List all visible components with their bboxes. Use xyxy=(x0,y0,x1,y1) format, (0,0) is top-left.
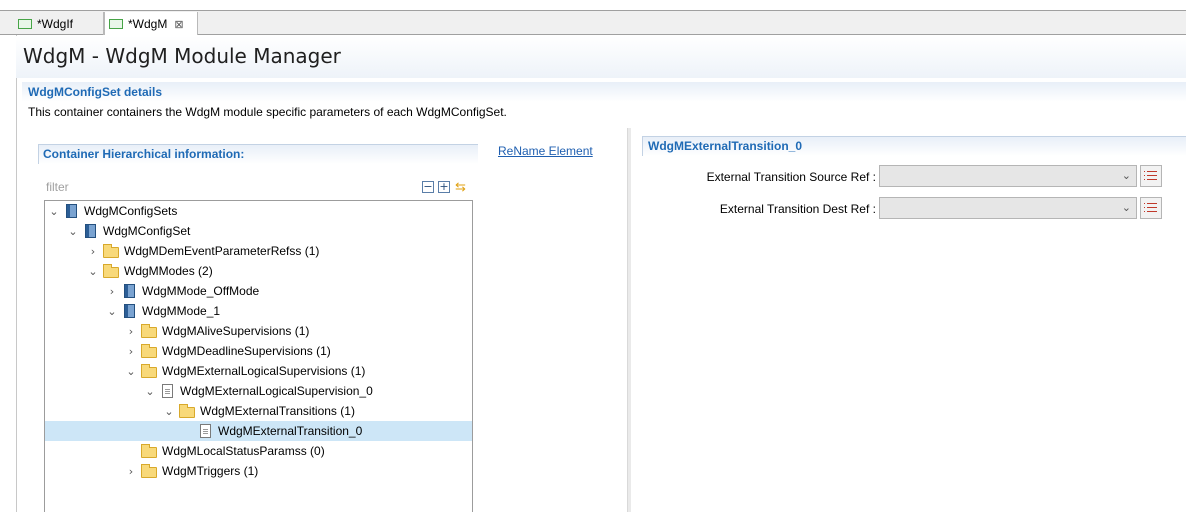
tree-item-label: WdgMExternalTransitions (1) xyxy=(200,404,355,418)
tab-label: *WdgM xyxy=(128,17,168,31)
editor-file-icon xyxy=(109,19,123,29)
tree-item-label: WdgMExternalLogicalSupervisions (1) xyxy=(162,364,366,378)
tree-item[interactable]: ⌄ WdgMConfigSets xyxy=(45,201,472,221)
tab-wdgm[interactable]: *WdgM ⊠ xyxy=(104,12,198,36)
tree-item-label: WdgMModes (2) xyxy=(124,264,213,278)
dest-ref-label: External Transition Dest Ref : xyxy=(719,202,876,216)
chevron-down-icon: ⌄ xyxy=(1121,169,1131,182)
tree-item[interactable]: ⌄ WdgMExternalLogicalSupervisions (1) xyxy=(45,361,472,381)
dest-ref-select[interactable]: ⌄ xyxy=(879,197,1137,219)
folder-icon xyxy=(141,363,157,378)
chevron-down-icon[interactable]: ⌄ xyxy=(66,225,80,238)
module-icon xyxy=(66,204,77,218)
chevron-right-icon[interactable]: › xyxy=(105,285,119,298)
panel-splitter[interactable] xyxy=(627,128,631,512)
module-icon xyxy=(124,304,135,318)
source-ref-label: External Transition Source Ref : xyxy=(706,170,876,184)
tree-item[interactable]: › WdgMAliveSupervisions (1) xyxy=(45,321,472,341)
source-ref-select[interactable]: ⌄ xyxy=(879,165,1137,187)
chevron-right-icon[interactable]: › xyxy=(124,345,138,358)
tree-item-label: WdgMDemEventParameterRefss (1) xyxy=(124,244,320,258)
tree-item[interactable]: › WdgMDemEventParameterRefss (1) xyxy=(45,241,472,261)
document-icon xyxy=(162,384,173,398)
chevron-right-icon[interactable]: › xyxy=(86,245,100,258)
folder-icon xyxy=(179,403,195,418)
folder-icon xyxy=(103,243,119,258)
tree-item-label: WdgMTriggers (1) xyxy=(162,464,259,478)
folder-icon xyxy=(141,343,157,358)
chevron-down-icon[interactable]: ⌄ xyxy=(47,205,61,218)
tree-item-label: WdgMMode_OffMode xyxy=(142,284,260,298)
chevron-right-icon[interactable]: › xyxy=(124,325,138,338)
window-top-border xyxy=(0,0,1186,11)
filter-input[interactable]: filter xyxy=(46,180,69,194)
folder-icon xyxy=(141,443,157,458)
expand-all-icon[interactable]: + xyxy=(438,181,450,193)
tree-item-selected[interactable]: WdgMExternalTransition_0 xyxy=(45,421,472,441)
sync-icon[interactable]: ⇆ xyxy=(455,179,466,195)
tree-item-label: WdgMExternalLogicalSupervision_0 xyxy=(180,384,373,398)
close-icon[interactable]: ⊠ xyxy=(174,18,183,31)
chevron-down-icon: ⌄ xyxy=(1121,201,1131,214)
module-icon xyxy=(124,284,135,298)
tree-item-label: WdgMConfigSets xyxy=(84,204,178,218)
chevron-right-icon[interactable]: › xyxy=(124,465,138,478)
section-header-bar xyxy=(22,82,1186,102)
chevron-down-icon[interactable]: ⌄ xyxy=(105,305,119,318)
source-ref-list-button[interactable] xyxy=(1140,165,1162,187)
tree-item-label: WdgMMode_1 xyxy=(142,304,221,318)
chevron-down-icon[interactable]: ⌄ xyxy=(86,265,100,278)
tree-item[interactable]: › WdgMMode_OffMode xyxy=(45,281,472,301)
tree-item[interactable]: ⌄ WdgMConfigSet xyxy=(45,221,472,241)
tab-wdgif[interactable]: *WdgIf xyxy=(14,12,104,35)
folder-icon xyxy=(141,323,157,338)
tab-label: *WdgIf xyxy=(37,16,74,31)
chevron-down-icon[interactable]: ⌄ xyxy=(124,365,138,378)
tree-item-label: WdgMLocalStatusParamss (0) xyxy=(162,444,325,458)
editor-tab-bar: *WdgIf *WdgM ⊠ xyxy=(0,11,1186,36)
tree-item-label: WdgMAliveSupervisions (1) xyxy=(162,324,310,338)
tree-item[interactable]: ⌄ WdgMExternalLogicalSupervision_0 xyxy=(45,381,472,401)
tree-item-label: WdgMExternalTransition_0 xyxy=(218,424,363,438)
chevron-down-icon[interactable]: ⌄ xyxy=(143,385,157,398)
hierarchy-title: Container Hierarchical information: xyxy=(43,147,245,161)
collapse-all-icon[interactable]: − xyxy=(422,181,434,193)
folder-icon xyxy=(103,263,119,278)
section-description: This container containers the WdgM modul… xyxy=(28,105,507,119)
folder-icon xyxy=(141,463,157,478)
module-icon xyxy=(85,224,96,238)
editor-file-icon xyxy=(18,18,32,29)
document-icon xyxy=(200,424,211,438)
section-title: WdgMConfigSet details xyxy=(28,85,162,99)
tree-item[interactable]: › WdgMDeadlineSupervisions (1) xyxy=(45,341,472,361)
chevron-down-icon[interactable]: ⌄ xyxy=(162,405,176,418)
tree-item[interactable]: ⌄ WdgMMode_1 xyxy=(45,301,472,321)
tree-item-label: WdgMConfigSet xyxy=(103,224,191,238)
tree-item[interactable]: ⌄ WdgMExternalTransitions (1) xyxy=(45,401,472,421)
dest-ref-list-button[interactable] xyxy=(1140,197,1162,219)
details-title: WdgMExternalTransition_0 xyxy=(648,139,803,153)
rename-element-link[interactable]: ReName Element xyxy=(498,144,593,158)
page-title: WdgM - WdgM Module Manager xyxy=(23,44,341,68)
tree-item[interactable]: › WdgMTriggers (1) xyxy=(45,461,472,481)
tree-item-label: WdgMDeadlineSupervisions (1) xyxy=(162,344,331,358)
tree-item[interactable]: ⌄ WdgMModes (2) xyxy=(45,261,472,281)
tree-item[interactable]: WdgMLocalStatusParamss (0) xyxy=(45,441,472,461)
